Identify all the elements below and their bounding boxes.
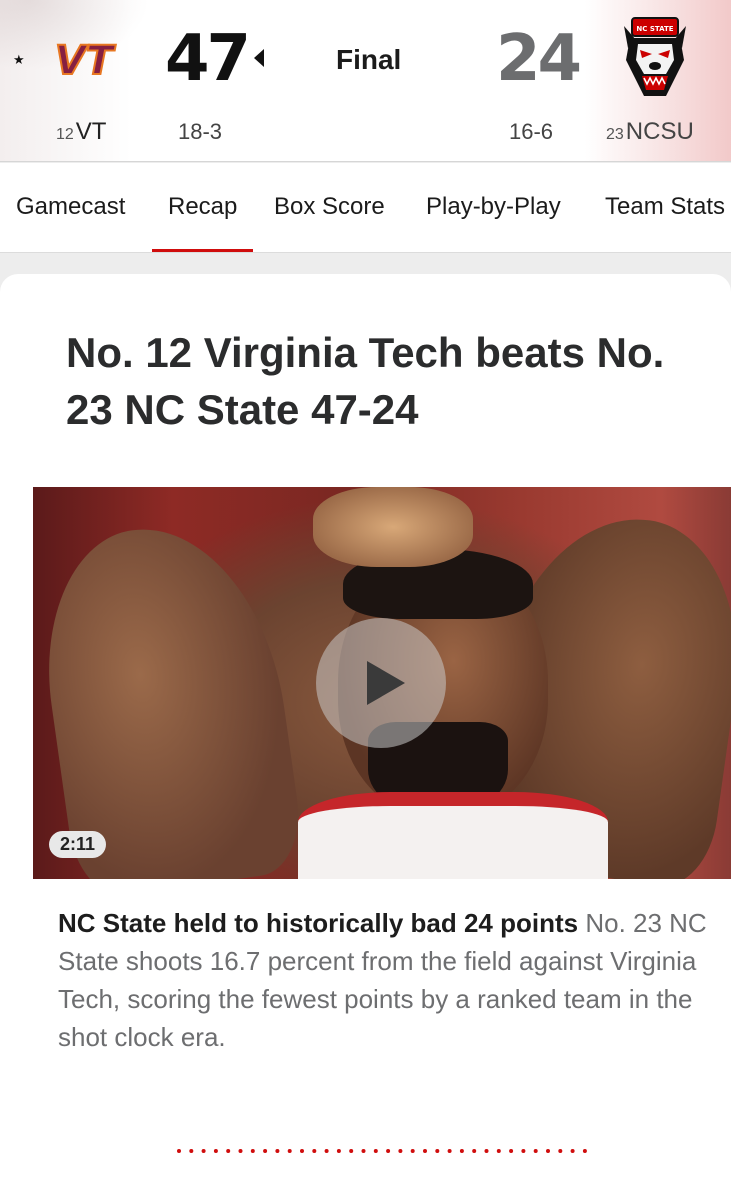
loading-dot: [570, 1149, 575, 1153]
loading-dot: [177, 1149, 181, 1153]
story-summary[interactable]: NC State held to historically bad 24 poi…: [58, 904, 708, 1056]
home-team-rank[interactable]: 12VT: [56, 118, 106, 146]
tab-play-by-play[interactable]: Play-by-Play: [426, 193, 561, 252]
tab-recap[interactable]: Recap: [151, 193, 254, 252]
loading-dot: [349, 1149, 354, 1153]
video-duration: 2:11: [49, 831, 107, 858]
home-record: 18-3: [178, 119, 223, 144]
loading-dot: [521, 1149, 526, 1153]
loading-dot: [226, 1149, 231, 1153]
loading-dot: [558, 1149, 563, 1153]
scoreboard-header: ★ VT 47 Final 24 NC STATE 12VT 18-3 16-6…: [0, 0, 731, 162]
loading-dot: [398, 1149, 403, 1153]
loading-dot: [484, 1149, 489, 1153]
loading-dot: [472, 1149, 477, 1153]
home-rank: 12: [56, 126, 74, 143]
game-tabs: Gamecast Recap Box Score Play-by-Play Te…: [0, 163, 731, 253]
loading-dot: [509, 1149, 514, 1153]
gamecast-page: ★ VT 47 Final 24 NC STATE 12VT 18-3 16-6…: [0, 0, 731, 1200]
game-status: Final: [336, 44, 402, 75]
loading-dot: [459, 1149, 464, 1153]
home-abbr: VT: [75, 118, 107, 145]
away-rank: 23: [606, 126, 624, 143]
wolf-mascot-icon[interactable]: NC STATE: [620, 16, 690, 102]
loading-dot: [238, 1149, 243, 1153]
recap-card: No. 12 Virginia Tech beats No. 23 NC Sta…: [0, 274, 731, 1200]
away-team-rank[interactable]: 23NCSU: [606, 118, 694, 146]
article-headline[interactable]: No. 12 Virginia Tech beats No. 23 NC Sta…: [66, 324, 706, 438]
video-player[interactable]: 2:11: [33, 487, 731, 879]
loading-dot: [361, 1149, 366, 1153]
loading-dot: [250, 1149, 255, 1153]
play-button[interactable]: [316, 618, 446, 748]
play-icon: [367, 661, 405, 705]
tab-box-score[interactable]: Box Score: [274, 193, 385, 252]
vt-logo[interactable]: VT: [38, 36, 130, 82]
loading-dot: [336, 1149, 341, 1153]
story-title: NC State held to historically bad 24 poi…: [58, 908, 579, 938]
home-score: 47: [165, 22, 251, 96]
loading-dot: [189, 1149, 194, 1153]
loading-dot: [533, 1149, 538, 1153]
loading-dot: [201, 1149, 206, 1153]
tab-team-stats[interactable]: Team Stats: [605, 193, 725, 252]
loading-dot: [300, 1149, 304, 1153]
loading-dot: [213, 1149, 218, 1153]
away-record: 16-6: [509, 119, 554, 144]
loading-dot: [496, 1149, 501, 1153]
loading-dot: [373, 1149, 378, 1153]
loading-dot: [410, 1149, 415, 1153]
loading-dot: [263, 1149, 268, 1153]
away-abbr: NCSU: [625, 118, 694, 145]
loading-dot: [546, 1149, 550, 1153]
svg-text:NC STATE: NC STATE: [636, 25, 673, 33]
loading-dot: [435, 1149, 440, 1153]
loading-dot: [447, 1149, 452, 1153]
star-icon: ★: [13, 52, 25, 67]
loading-dot: [324, 1149, 329, 1153]
away-score: 24: [496, 22, 582, 96]
loading-dot: [423, 1149, 427, 1153]
tab-gamecast[interactable]: Gamecast: [16, 193, 125, 252]
loading-dot: [386, 1149, 391, 1153]
svg-text:VT: VT: [55, 38, 116, 82]
loading-dot: [287, 1149, 292, 1153]
loading-dot: [275, 1149, 280, 1153]
arrow-left-icon: [254, 49, 264, 67]
loading-indicator: [177, 1149, 587, 1153]
loading-dot: [312, 1149, 317, 1153]
loading-dot: [582, 1149, 587, 1153]
